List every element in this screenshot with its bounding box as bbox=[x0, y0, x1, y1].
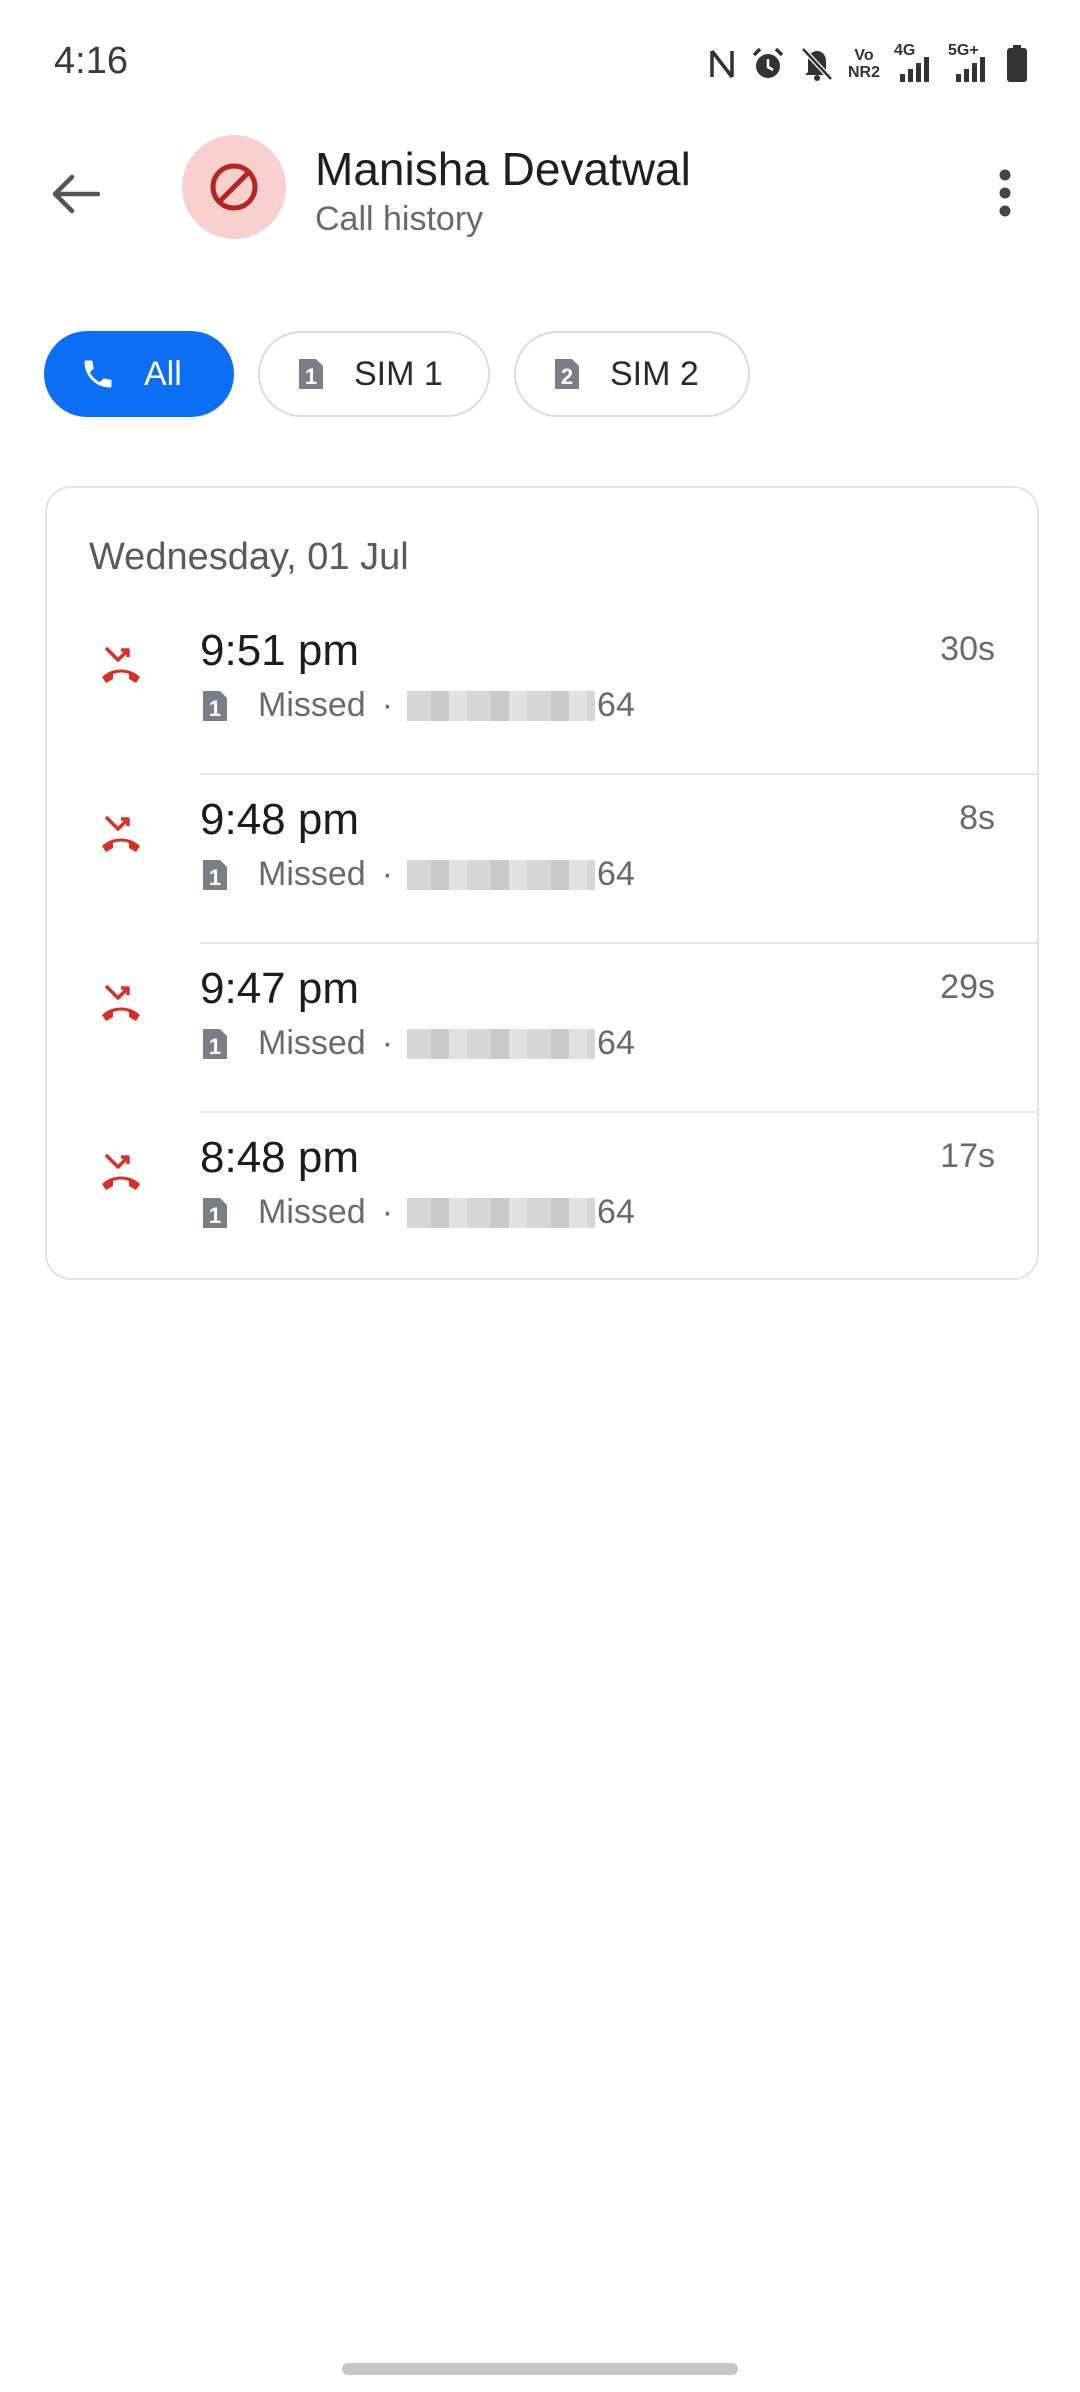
call-meta: 1 Missed · 64 bbox=[200, 1193, 635, 1232]
contact-name: Manisha Devatwal bbox=[315, 143, 691, 195]
call-row[interactable]: 9:47 pm 1 Missed · 64 29s bbox=[47, 944, 1037, 1113]
call-row[interactable]: 9:48 pm 1 Missed · 64 8s bbox=[47, 775, 1037, 944]
call-history-card: Wednesday, 01 Jul 9:51 pm 1 Missed · 64 … bbox=[45, 486, 1039, 1280]
nfc-icon bbox=[710, 49, 734, 79]
signal-5g-icon: 5G+ bbox=[948, 42, 992, 84]
sim1-icon: 1 bbox=[200, 1026, 230, 1062]
status-time: 4:16 bbox=[54, 40, 128, 82]
sim2-icon: 2 bbox=[552, 356, 582, 392]
sim1-icon: 1 bbox=[296, 356, 326, 392]
svg-text:1: 1 bbox=[209, 696, 221, 721]
alarm-icon bbox=[752, 47, 784, 78]
status-bar: 4:16 Vo NR2 4G 5G+ bbox=[0, 0, 1080, 130]
call-row[interactable]: 9:51 pm 1 Missed · 64 30s bbox=[47, 606, 1037, 775]
redacted-number bbox=[407, 1197, 596, 1228]
bell-off-icon bbox=[801, 47, 833, 81]
call-type: Missed bbox=[258, 855, 366, 893]
call-duration: 8s bbox=[959, 799, 995, 837]
status-icons: Vo NR2 4G 5G+ bbox=[708, 42, 1028, 84]
call-duration: 30s bbox=[940, 630, 995, 668]
svg-text:2: 2 bbox=[561, 364, 573, 389]
home-indicator[interactable] bbox=[342, 2363, 738, 2375]
number-suffix: 64 bbox=[597, 1024, 635, 1062]
svg-text:1: 1 bbox=[209, 1034, 221, 1059]
svg-text:1: 1 bbox=[305, 364, 317, 389]
number-suffix: 64 bbox=[597, 855, 635, 893]
avatar bbox=[182, 135, 286, 239]
sim1-icon: 1 bbox=[200, 1195, 230, 1231]
back-button[interactable] bbox=[40, 158, 112, 230]
blocked-icon bbox=[210, 163, 258, 211]
call-duration: 17s bbox=[940, 1137, 995, 1175]
call-meta: 1 Missed · 64 bbox=[200, 855, 635, 894]
filter-sim1-chip[interactable]: 1 SIM 1 bbox=[258, 331, 490, 417]
phone-icon bbox=[80, 356, 116, 392]
volte-indicator: Vo NR2 bbox=[848, 47, 880, 81]
page-subtitle: Call history bbox=[315, 200, 484, 238]
missed-call-icon bbox=[102, 984, 140, 1021]
call-meta: 1 Missed · 64 bbox=[200, 686, 635, 725]
separator-dot: · bbox=[381, 1193, 394, 1231]
separator-dot: · bbox=[381, 686, 394, 724]
more-vert-icon bbox=[999, 169, 1011, 217]
redacted-number bbox=[407, 690, 596, 721]
filter-chips: All 1 SIM 1 2 SIM 2 bbox=[44, 331, 750, 417]
call-type: Missed bbox=[258, 1024, 366, 1062]
call-time: 9:48 pm bbox=[200, 795, 359, 844]
filter-sim2-label: SIM 2 bbox=[610, 354, 699, 393]
volte-top-label: Vo bbox=[854, 47, 874, 64]
call-time: 8:48 pm bbox=[200, 1133, 359, 1182]
redacted-number bbox=[407, 859, 596, 890]
number-suffix: 64 bbox=[597, 1193, 635, 1231]
call-meta: 1 Missed · 64 bbox=[200, 1024, 635, 1063]
missed-call-icon bbox=[102, 1153, 140, 1190]
app-bar: Manisha Devatwal Call history bbox=[0, 130, 1080, 250]
more-options-button[interactable] bbox=[970, 155, 1040, 231]
separator-dot: · bbox=[381, 855, 394, 893]
call-row[interactable]: 8:48 pm 1 Missed · 64 17s bbox=[47, 1113, 1037, 1282]
battery-icon bbox=[1007, 45, 1027, 82]
call-duration: 29s bbox=[940, 968, 995, 1006]
filter-all-label: All bbox=[144, 354, 182, 393]
filter-sim2-chip[interactable]: 2 SIM 2 bbox=[514, 331, 750, 417]
svg-text:1: 1 bbox=[209, 865, 221, 890]
call-time: 9:47 pm bbox=[200, 964, 359, 1013]
call-type: Missed bbox=[258, 686, 366, 724]
filter-sim1-label: SIM 1 bbox=[354, 354, 443, 393]
missed-call-icon bbox=[102, 646, 140, 683]
signal-4g-icon: 4G bbox=[894, 42, 934, 84]
svg-text:1: 1 bbox=[209, 1203, 221, 1228]
date-header: Wednesday, 01 Jul bbox=[89, 536, 409, 578]
sim1-icon: 1 bbox=[200, 688, 230, 724]
missed-call-icon bbox=[102, 815, 140, 852]
back-arrow-icon bbox=[52, 174, 101, 214]
number-suffix: 64 bbox=[597, 686, 635, 724]
redacted-number bbox=[407, 1028, 596, 1059]
separator-dot: · bbox=[381, 1024, 394, 1062]
call-time: 9:51 pm bbox=[200, 626, 359, 675]
filter-all-chip[interactable]: All bbox=[44, 331, 234, 417]
call-type: Missed bbox=[258, 1193, 366, 1231]
volte-bottom-label: NR2 bbox=[847, 64, 880, 81]
sim1-icon: 1 bbox=[200, 857, 230, 893]
